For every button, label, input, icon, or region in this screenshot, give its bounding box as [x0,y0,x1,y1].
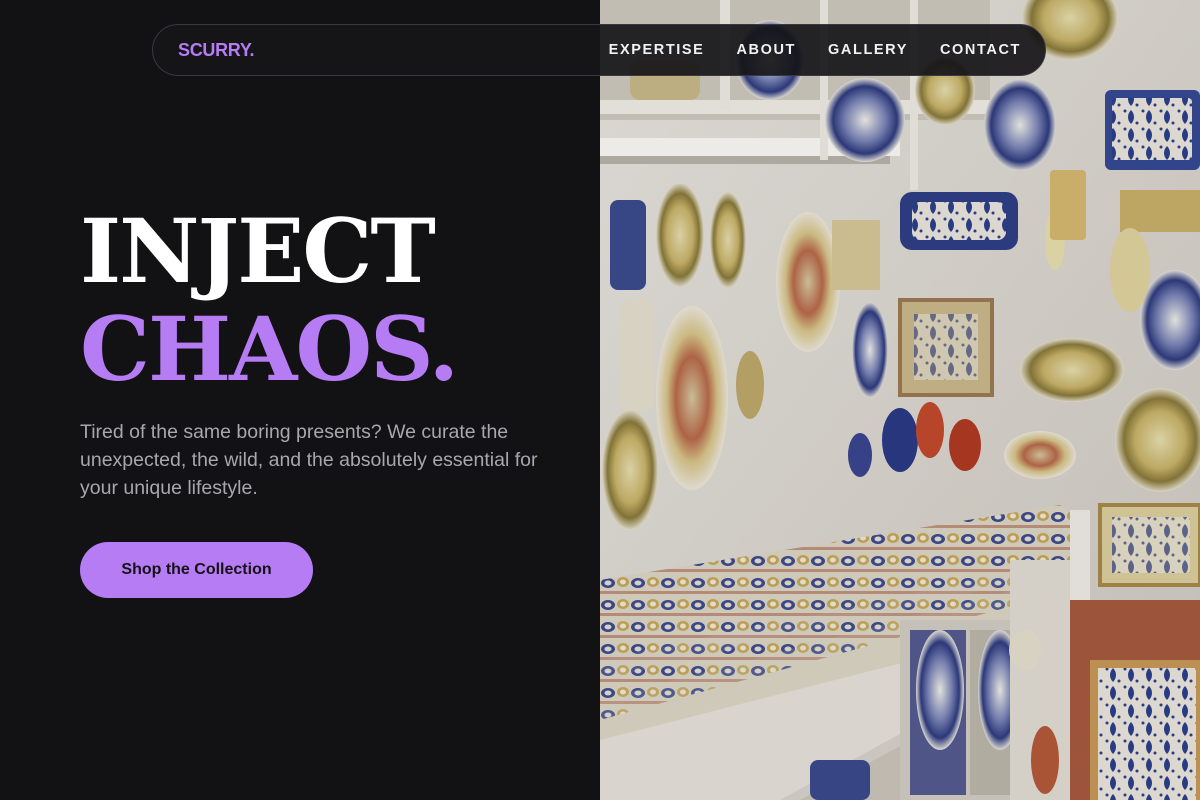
nav-links: EXPERTISE ABOUT GALLERY CONTACT [609,42,1021,58]
nav-link-about[interactable]: ABOUT [736,42,796,58]
nav-link-contact[interactable]: CONTACT [940,42,1021,58]
navbar: SCURRY. EXPERTISE ABOUT GALLERY CONTACT [152,24,1046,76]
hero-tagline: Tired of the same boring presents? We cu… [80,421,538,499]
nav-link-expertise[interactable]: EXPERTISE [609,42,705,58]
nav-link-gallery[interactable]: GALLERY [828,42,908,58]
brand-logo[interactable]: SCURRY. [178,40,255,61]
landing-page: SCURRY. EXPERTISE ABOUT GALLERY CONTACT … [0,0,1200,800]
headline-line-inject: INJECT [80,199,436,303]
hero-headline: INJECT CHAOS. [80,199,459,401]
headline-line-chaos: CHAOS. [80,297,459,401]
shop-collection-button[interactable]: Shop the Collection [80,542,313,598]
hero-image [600,0,1200,800]
